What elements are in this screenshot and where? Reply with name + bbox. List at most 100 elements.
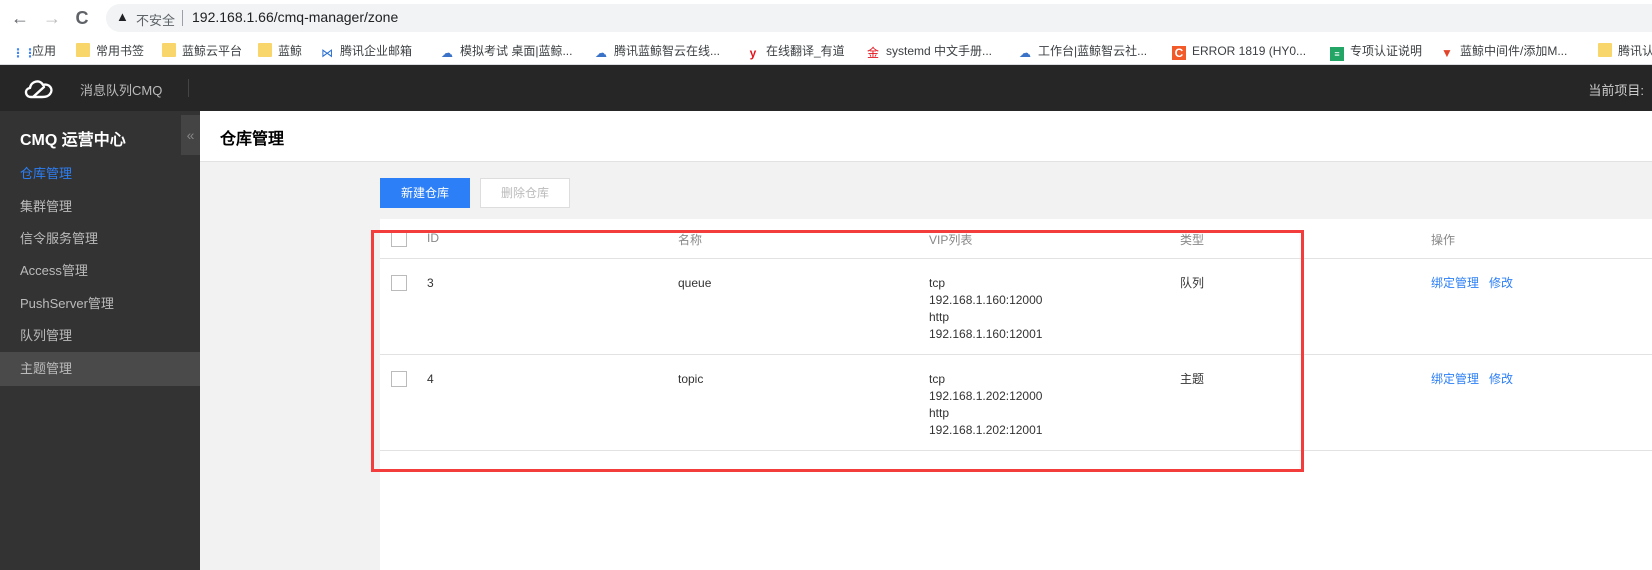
folder-icon — [76, 43, 90, 57]
bookmark-label: 蓝鲸云平台 — [182, 44, 243, 58]
vip-protocol: http — [929, 310, 950, 324]
row-checkbox[interactable] — [391, 371, 407, 387]
bookmark-label: 蓝鲸 — [278, 44, 303, 58]
bookmark-label: systemd 中文手册... — [886, 44, 993, 58]
bookmark-item[interactable]: 蓝鲸云平台 — [162, 42, 242, 60]
bookmark-item[interactable]: ⋈ 腾讯企业邮箱 — [320, 42, 412, 60]
sidebar: CMQ 运营中心 « 仓库管理 集群管理 信令服务管理 Access管理 Pus… — [0, 111, 200, 570]
bookmark-item[interactable]: ☁ 工作台|蓝鲸智云社... — [1018, 42, 1147, 60]
sidebar-item-signaling[interactable]: 信令服务管理 — [0, 222, 200, 256]
row-checkbox[interactable] — [391, 275, 407, 291]
column-header-name: 名称 — [678, 233, 703, 247]
bookmark-item[interactable]: 常用书签 — [76, 42, 144, 60]
sidebar-item-zone[interactable]: 仓库管理 — [0, 157, 200, 191]
bookmark-apps[interactable]: ⋮⋮应用 — [12, 42, 56, 60]
bind-manage-link[interactable]: 绑定管理 — [1431, 276, 1479, 290]
bookmark-item[interactable]: ☁ 腾讯蓝鲸智云在线... — [594, 42, 720, 60]
jinshan-icon: 金 — [866, 46, 879, 60]
cell-id: 3 — [427, 276, 434, 290]
page-header: 仓库管理 — [200, 111, 1652, 162]
bookmark-label: 腾讯企业邮箱 — [340, 44, 413, 58]
vip-address: 192.168.1.160:12000 — [929, 293, 1043, 307]
cell-actions: 绑定管理 修改 — [1431, 275, 1523, 292]
cloud-icon: ☁ — [441, 46, 453, 60]
bookmark-label: 常用书签 — [96, 44, 145, 58]
warning-icon: ▲ — [116, 9, 129, 24]
vip-protocol: tcp — [929, 372, 946, 386]
back-icon[interactable]: ← — [8, 6, 32, 30]
app-header: 消息队列CMQ 当前项目: — [0, 65, 1652, 111]
folder-icon — [1598, 43, 1612, 57]
cell-id: 4 — [427, 372, 434, 386]
reload-icon[interactable]: C — [70, 6, 94, 30]
sheets-icon: ≡ — [1330, 47, 1344, 61]
cell-type: 队列 — [1180, 276, 1205, 290]
bookmark-label: 腾讯认 — [1618, 44, 1652, 58]
product-name[interactable]: 消息队列CMQ — [80, 80, 162, 99]
bookmark-label: ERROR 1819 (HY0... — [1192, 44, 1307, 58]
folder-icon — [162, 43, 176, 57]
column-header-type: 类型 — [1180, 233, 1205, 247]
bookmark-item[interactable]: ▼ 蓝鲸中间件/添加M... — [1440, 42, 1567, 60]
bind-manage-link[interactable]: 绑定管理 — [1431, 372, 1479, 386]
bookmark-label: 在线翻译_有道 — [766, 44, 845, 58]
sidebar-item-topic[interactable]: 主题管理 — [0, 352, 200, 386]
sidebar-item-cluster[interactable]: 集群管理 — [0, 190, 200, 224]
table-row: 3 queue tcp 192.168.1.160:12000 http 192… — [380, 259, 1652, 355]
zone-table: ID 名称 VIP列表 类型 操作 3 queue tcp 192.168.1.… — [380, 219, 1652, 570]
bookmark-item[interactable]: 金 systemd 中文手册... — [866, 42, 992, 60]
vip-protocol: tcp — [929, 276, 946, 290]
bookmark-item[interactable]: y 在线翻译_有道 — [746, 42, 845, 60]
tencent-mail-icon: ⋈ — [321, 46, 333, 60]
vip-address: 192.168.1.202:12001 — [929, 423, 1043, 437]
vip-address: 192.168.1.202:12000 — [929, 389, 1043, 403]
sidebar-item-access[interactable]: Access管理 — [0, 254, 200, 288]
forward-icon[interactable]: → — [40, 6, 64, 30]
cell-name: queue — [678, 276, 712, 290]
security-label: 不安全 — [136, 13, 176, 28]
sidebar-item-queue[interactable]: 队列管理 — [0, 319, 200, 353]
address-bar[interactable]: ▲ 不安全 192.168.1.66/cmq-manager/zone — [106, 4, 1652, 32]
gitlab-icon: ▼ — [1441, 46, 1453, 60]
collapse-sidebar-icon[interactable]: « — [181, 115, 200, 155]
bookmark-label: 模拟考试 桌面|蓝鲸... — [460, 44, 573, 58]
table-header: ID 名称 VIP列表 类型 操作 — [380, 219, 1652, 259]
select-all-checkbox[interactable] — [391, 231, 407, 247]
delete-zone-button[interactable]: 删除仓库 — [480, 178, 570, 208]
header-divider — [188, 79, 189, 97]
cell-name: topic — [678, 372, 704, 386]
column-header-actions: 操作 — [1431, 233, 1456, 247]
page-title: 仓库管理 — [220, 131, 285, 148]
new-zone-button[interactable]: 新建仓库 — [380, 178, 470, 208]
browser-toolbar: ← → C ▲ 不安全 192.168.1.66/cmq-manager/zon… — [0, 0, 1652, 36]
cloud-icon: ☁ — [1019, 46, 1031, 60]
edit-link[interactable]: 修改 — [1489, 276, 1513, 290]
table-row: 4 topic tcp 192.168.1.202:12000 http 192… — [380, 355, 1652, 451]
bookmarks-bar: ⋮⋮应用 常用书签 蓝鲸云平台 蓝鲸 ⋈ 腾讯企业邮箱 ☁ 模拟考试 桌面|蓝鲸..… — [0, 36, 1652, 65]
cloud-icon: ☁ — [595, 46, 607, 60]
address-separator — [182, 10, 183, 26]
bookmark-item[interactable]: 蓝鲸 — [258, 42, 302, 60]
folder-icon — [258, 43, 272, 57]
column-header-id: ID — [427, 231, 439, 245]
bookmark-item[interactable]: ☁ 模拟考试 桌面|蓝鲸... — [440, 42, 572, 60]
vip-protocol: http — [929, 406, 950, 420]
cell-type: 主题 — [1180, 372, 1205, 386]
sidebar-title: CMQ 运营中心 — [20, 132, 126, 149]
cloud-logo-icon[interactable] — [22, 75, 56, 101]
sidebar-item-pushserver[interactable]: PushServer管理 — [0, 287, 200, 321]
cell-actions: 绑定管理 修改 — [1431, 371, 1523, 388]
bookmark-item[interactable]: 腾讯认 — [1598, 42, 1652, 60]
url-text[interactable]: 192.168.1.66/cmq-manager/zone — [192, 9, 398, 25]
cell-vip-list: tcp 192.168.1.202:12000 http 192.168.1.2… — [929, 371, 1042, 439]
bookmark-item[interactable]: C ERROR 1819 (HY0... — [1172, 42, 1306, 60]
bookmark-label: 专项认证说明 — [1350, 44, 1423, 58]
youdao-icon: y — [749, 46, 757, 60]
bookmark-item[interactable]: ≡ 专项认证说明 — [1330, 42, 1423, 61]
apps-grid-icon: ⋮⋮ — [12, 46, 36, 60]
bookmark-label: 腾讯蓝鲸智云在线... — [614, 44, 721, 58]
bookmark-label: 应用 — [32, 44, 57, 58]
edit-link[interactable]: 修改 — [1489, 372, 1513, 386]
current-project-label: 当前项目: — [1588, 83, 1644, 98]
bookmark-label: 工作台|蓝鲸智云社... — [1038, 44, 1148, 58]
